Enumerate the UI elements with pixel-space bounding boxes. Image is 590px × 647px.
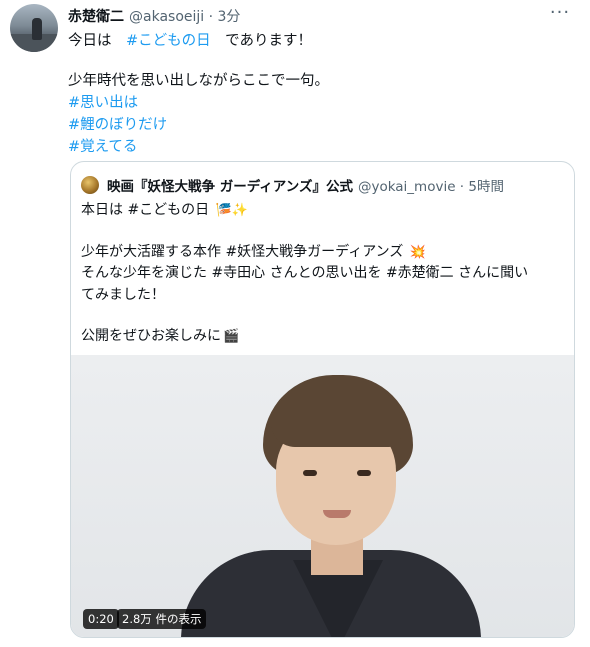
hashtag-link[interactable]: #覚えてる bbox=[68, 136, 568, 158]
tweet-text-plain: であります！ bbox=[210, 33, 313, 49]
video-frame-mouth bbox=[323, 510, 351, 518]
quoted-text: 公開をぜひお楽しみに bbox=[81, 328, 221, 344]
quoted-tweet-header: 映画『妖怪大戦争 ガーディアンズ』公式 @yokai_movie · 5時間 bbox=[81, 174, 504, 196]
video-frame-eye bbox=[303, 470, 317, 476]
quoted-line: 少年が大活躍する本作 #妖怪大戦争ガーディアンズ 💥 bbox=[81, 242, 566, 264]
quoted-text: 少年が大活躍する本作 #妖怪大戦争ガーディアンズ bbox=[81, 243, 404, 260]
author-handle-time[interactable]: @akasoeiji · 3分 bbox=[129, 6, 240, 26]
quoted-tweet-text: 本日は #こどもの日 🎏✨ 少年が大活躍する本作 #妖怪大戦争ガーディアンズ 💥… bbox=[81, 200, 566, 348]
video-frame-fringe bbox=[271, 387, 401, 447]
tweet-header: 赤楚衛二 @akasoeiji · 3分 bbox=[68, 5, 240, 27]
carp-streamer-sparkles-icon: 🎏✨ bbox=[215, 203, 249, 218]
author-name[interactable]: 赤楚衛二 bbox=[68, 6, 124, 26]
video-player[interactable]: 0:20 2.8万 件の表示 bbox=[71, 355, 574, 637]
quoted-line: 公開をぜひお楽しみに 🎬 bbox=[81, 326, 566, 348]
more-horizontal-icon[interactable]: ··· bbox=[546, 4, 574, 24]
quoted-text: 本日は #こどもの日 bbox=[81, 202, 210, 218]
tweet-line: 少年時代を思い出しながらここで一句。 bbox=[68, 73, 329, 89]
video-duration-badge: 0:20 bbox=[83, 609, 119, 629]
video-views-badge: 2.8万 件の表示 bbox=[117, 609, 207, 629]
tweet-line: 今日は #こどもの日 であります！ bbox=[68, 30, 568, 52]
hashtag-link[interactable]: #こどもの日 bbox=[126, 33, 211, 49]
quoted-tweet[interactable]: 映画『妖怪大戦争 ガーディアンズ』公式 @yokai_movie · 5時間 本… bbox=[70, 161, 575, 638]
quoted-line: そんな少年を演じた #寺田心 さんとの思い出を #赤楚衛二 さんに聞い bbox=[81, 265, 529, 281]
hashtag-link[interactable]: #思い出は bbox=[68, 92, 568, 114]
hashtag-link[interactable]: #鯉のぼりだけ bbox=[68, 114, 568, 136]
quoted-line: 本日は #こどもの日 🎏✨ bbox=[81, 200, 566, 222]
quoted-author-handle-time[interactable]: @yokai_movie · 5時間 bbox=[358, 175, 504, 195]
avatar-person-shape bbox=[32, 18, 42, 40]
quoted-author-avatar[interactable] bbox=[81, 176, 99, 194]
clapper-board-icon: 🎬 bbox=[223, 329, 240, 344]
author-avatar[interactable] bbox=[10, 4, 58, 52]
quoted-author-name[interactable]: 映画『妖怪大戦争 ガーディアンズ』公式 bbox=[107, 175, 353, 195]
tweet-text-plain: 今日は bbox=[68, 33, 126, 49]
quoted-line: てみました！ bbox=[81, 286, 165, 303]
tweet-text: 今日は #こどもの日 であります！ 少年時代を思い出しながらここで一句。 #思い… bbox=[68, 30, 568, 158]
collision-icon: 💥 bbox=[409, 244, 426, 260]
video-frame-eye bbox=[357, 470, 371, 476]
